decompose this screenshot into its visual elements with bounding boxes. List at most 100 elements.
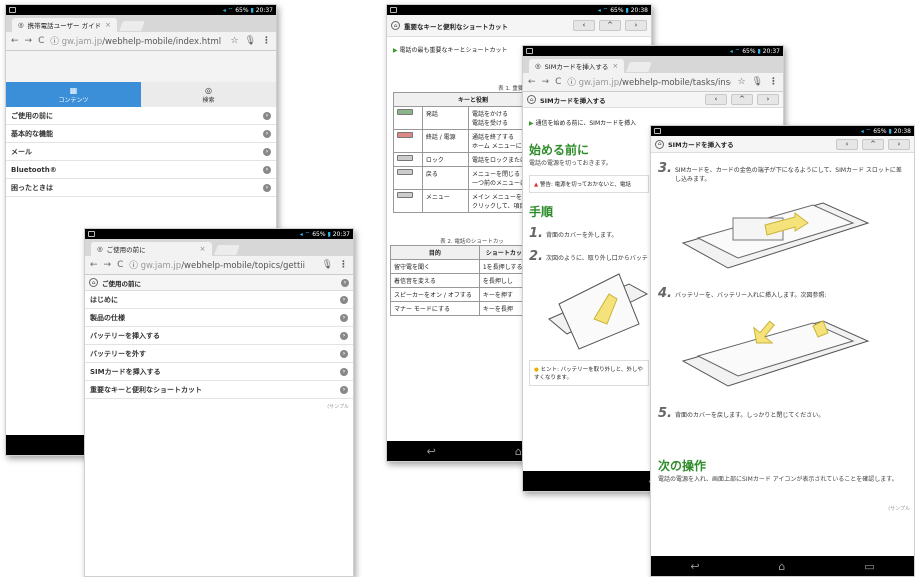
mic-icon[interactable]: 🎙 — [245, 36, 256, 46]
sim-insert-illustration — [681, 202, 870, 269]
back-icon[interactable]: ← — [90, 260, 98, 270]
chevron-right-icon: › — [263, 165, 271, 174]
up-button[interactable]: ^ — [862, 138, 884, 150]
close-tab-icon[interactable]: × — [105, 21, 111, 29]
menu-item[interactable]: メール › — [6, 143, 276, 161]
home-nav-icon[interactable]: ⌂ — [778, 560, 785, 573]
end-key-icon — [397, 132, 413, 138]
status-right: ◂ ⌔ 65% ▮ 20:37 — [299, 231, 350, 238]
address-bar: ← → C ⓘ gw.jam.jp/webhelp-mobile/tasks/i… — [523, 73, 783, 92]
new-tab-button[interactable] — [119, 21, 145, 31]
overflow-menu-icon[interactable]: ⋮ — [339, 260, 348, 270]
url-field[interactable]: ⓘ gw.jam.jp/webhelp-mobile/index.html — [50, 35, 224, 47]
menu-item[interactable]: Bluetooth® › — [6, 161, 276, 179]
menu-item[interactable]: 基本的な機能 › — [6, 125, 276, 143]
phone-screen-getting-started: ◂ ⌔ 65% ▮ 20:37 ◎ ご使用の前に × ← → C ⓘ gw.ja… — [84, 228, 354, 577]
home-nav-icon[interactable]: ⌂ — [515, 445, 522, 458]
address-bar: ← → C ⓘ gw.jam.jp/webhelp-mobile/index.h… — [6, 32, 276, 51]
status-right: ◂ ⌔ 65% ▮ 20:38 — [597, 7, 648, 14]
close-tab-icon[interactable]: × — [200, 245, 206, 253]
url-field[interactable]: ⓘ gw.jam.jp/webhelp-mobile/tasks/insert — [567, 76, 731, 88]
next-button[interactable]: › — [757, 94, 779, 105]
android-nav-bar: ↩ ⌂ ▭ — [651, 556, 914, 576]
address-bar: ← → C ⓘ gw.jam.jp/webhelp-mobile/topics/… — [85, 256, 353, 275]
prev-button[interactable]: ‹ — [836, 138, 858, 150]
forward-icon[interactable]: → — [25, 36, 33, 46]
nav-arrow-icon[interactable]: › — [341, 278, 349, 287]
browser-tab[interactable]: ◎ ご使用の前に × — [91, 242, 212, 256]
tab-search[interactable]: ◎ 検索 — [141, 82, 276, 107]
new-tab-button[interactable] — [626, 62, 653, 72]
step-5: 5. 背面のカバーを戻します。しっかりと閉じてください。 — [658, 406, 825, 421]
prev-button[interactable]: ‹ — [705, 94, 727, 105]
topic-menu: はじめに › 製品の仕様 › バッテリーを挿入する › バッテリーを外す › SIMカー… — [85, 291, 353, 399]
reload-icon[interactable]: C — [117, 260, 123, 270]
browser-tab[interactable]: ◎ 携帯電話ユーザー ガイド × — [12, 18, 117, 32]
back-nav-icon[interactable]: ↩ — [427, 445, 436, 458]
back-nav-icon[interactable]: ↩ — [690, 560, 699, 573]
up-button[interactable]: ^ — [599, 20, 621, 31]
reload-icon[interactable]: C — [38, 36, 44, 46]
back-icon[interactable]: ← — [11, 36, 19, 46]
mic-icon[interactable]: 🎙 — [322, 260, 333, 270]
menu-item[interactable]: はじめに › — [85, 291, 353, 309]
battery-insert-illustration — [681, 320, 870, 387]
reload-icon[interactable]: C — [555, 77, 561, 87]
search-icon: ◎ — [205, 85, 212, 95]
lock-key-icon — [397, 155, 413, 161]
chevron-right-icon: › — [263, 147, 271, 156]
next-button[interactable]: › — [625, 20, 647, 31]
overflow-menu-icon[interactable]: ⋮ — [262, 36, 271, 46]
overflow-menu-icon[interactable]: ⋮ — [769, 77, 778, 87]
chevron-right-icon: › — [340, 349, 348, 358]
new-tab-button[interactable] — [213, 245, 240, 255]
menu-item[interactable]: バッテリーを外す › — [85, 345, 353, 363]
back-icon[interactable]: ← — [528, 77, 536, 87]
forward-icon[interactable]: → — [104, 260, 112, 270]
recents-nav-icon[interactable]: ▭ — [864, 560, 874, 573]
bullet-arrow-icon: ▶ — [529, 120, 534, 127]
tab-title: SIMカードを挿入する — [544, 63, 609, 71]
forward-icon[interactable]: → — [542, 77, 550, 87]
hint-box: ● ヒント: バッテリーを取り外しと、外しやすくなります。 — [529, 360, 649, 386]
bookmark-star-icon[interactable]: ☆ — [737, 77, 745, 87]
home-icon[interactable]: ⌂ — [655, 139, 664, 149]
page-header: ⌂ 重要なキーと便利なショートカット ‹ ^ › — [387, 15, 651, 37]
status-right: ◂ ⌔ 65% ▮ 20:37 — [729, 48, 780, 55]
notification-icon — [88, 231, 95, 237]
table-row: 留守電を聞く 1を長押しする。 — [390, 259, 536, 274]
sim-steps: 3. SIMカードを、カードの金色の端子が下になるようにして、SIMカード スロッ… — [651, 153, 914, 483]
warning-box: ▲ 警告: 電源を切っておかないと、電話 — [529, 175, 649, 193]
tab-contents[interactable]: ▦ コンテンツ — [6, 82, 141, 107]
home-icon[interactable]: ⌂ — [89, 278, 98, 287]
grid-icon: ▦ — [69, 85, 78, 95]
up-button[interactable]: ^ — [731, 94, 753, 105]
warning-text: 警告: 電源を切っておかないと、電話 — [539, 182, 631, 188]
table-row: 着信音を変える を長押しし — [390, 273, 536, 288]
menu-item[interactable]: ご使用の前に › — [6, 107, 276, 125]
home-icon[interactable]: ⌂ — [527, 95, 536, 104]
home-icon[interactable]: ⌂ — [391, 21, 400, 30]
menu-item[interactable]: SIMカードを挿入する › — [85, 363, 353, 381]
tab-title: ご使用の前に — [106, 246, 146, 254]
status-bar: ◂ ⌔ 65% ▮ 20:38 — [387, 5, 651, 15]
close-tab-icon[interactable]: × — [612, 62, 618, 70]
bookmark-star-icon[interactable]: ☆ — [230, 36, 238, 46]
menu-item[interactable]: 重要なキーと便利なショートカット › — [85, 381, 353, 399]
next-button[interactable]: › — [888, 138, 910, 150]
prev-button[interactable]: ‹ — [573, 20, 595, 31]
browser-tab[interactable]: ◎ SIMカードを挿入する × — [529, 59, 625, 73]
shortcuts-table: 目的 ショートカット 留守電を聞く 1を長押しする。 着信音を変える を長押しし スピ… — [390, 245, 536, 316]
notification-icon — [9, 7, 16, 13]
menu-item[interactable]: バッテリーを挿入する › — [85, 327, 353, 345]
notification-icon — [654, 128, 661, 134]
notification-icon — [390, 7, 397, 13]
intro-text: 電話の最も重要なキーとショートカット — [399, 47, 508, 54]
notification-icon — [526, 48, 533, 54]
mic-icon[interactable]: 🎙 — [752, 77, 763, 87]
globe-icon: ◎ — [535, 62, 541, 70]
page-title: 重要なキーと便利なショートカット — [404, 22, 508, 31]
menu-item[interactable]: 製品の仕様 › — [85, 309, 353, 327]
url-field[interactable]: ⓘ gw.jam.jp/webhelp-mobile/topics/gettii — [129, 259, 315, 271]
menu-item[interactable]: 困ったときは › — [6, 179, 276, 197]
